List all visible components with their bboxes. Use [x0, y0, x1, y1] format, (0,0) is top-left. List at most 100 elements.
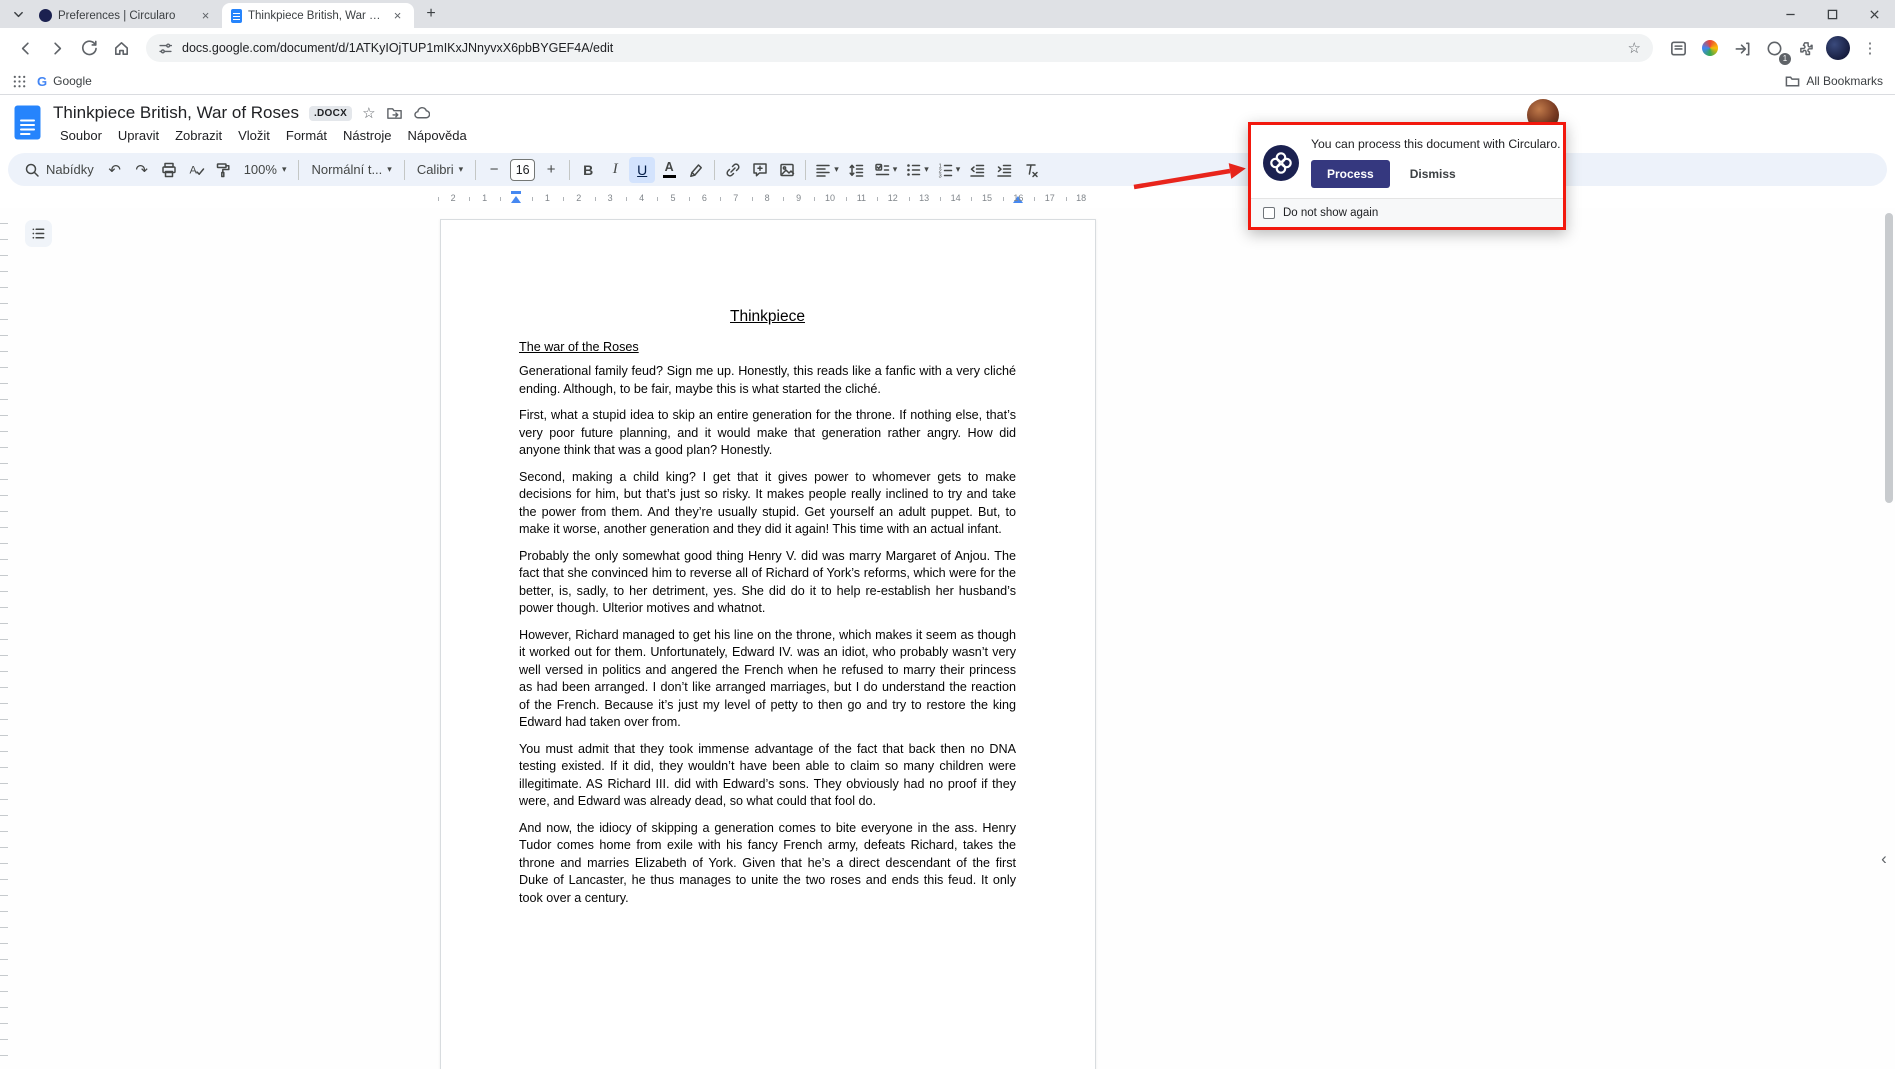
- tab-search-button[interactable]: [6, 2, 30, 26]
- window-minimize-button[interactable]: [1769, 0, 1811, 28]
- line-spacing-button[interactable]: [843, 157, 869, 183]
- reload-button[interactable]: [74, 33, 104, 63]
- tab-close-icon[interactable]: ×: [390, 8, 405, 23]
- checklist-button[interactable]: ▾: [870, 157, 901, 183]
- font-select[interactable]: Calibri ▾: [410, 157, 470, 183]
- reading-mode-icon[interactable]: [1663, 33, 1693, 63]
- menu-item-nastroje[interactable]: Nástroje: [336, 127, 398, 144]
- home-button[interactable]: [106, 33, 136, 63]
- tab-thinkpiece-document[interactable]: Thinkpiece British, War of Roses ×: [222, 3, 414, 28]
- document-outline-button[interactable]: [25, 220, 52, 247]
- paint-format-button[interactable]: [210, 157, 236, 183]
- highlighter-icon: [687, 161, 705, 179]
- send-to-device-icon[interactable]: [1727, 33, 1757, 63]
- menu-item-format[interactable]: Formát: [279, 127, 334, 144]
- redo-button[interactable]: ↷: [129, 157, 155, 183]
- menu-item-napoveda[interactable]: Nápověda: [400, 127, 473, 144]
- dismiss-button[interactable]: Dismiss: [1400, 160, 1466, 188]
- document-title[interactable]: Thinkpiece British, War of Roses: [53, 103, 299, 123]
- insert-link-button[interactable]: [720, 157, 746, 183]
- comment-icon: [751, 161, 769, 179]
- checklist-icon: [873, 161, 891, 179]
- insert-image-button[interactable]: [774, 157, 800, 183]
- ruler-number: 16: [1013, 193, 1023, 203]
- document-subheading[interactable]: The war of the Roses: [519, 340, 1016, 354]
- print-button[interactable]: [156, 157, 182, 183]
- google-docs-icon[interactable]: [14, 105, 41, 140]
- star-icon[interactable]: ☆: [362, 104, 375, 122]
- docs-header: Thinkpiece British, War of Roses .DOCX ☆…: [0, 95, 1895, 149]
- menus-search-button[interactable]: Nabídky: [16, 157, 101, 183]
- increase-indent-button[interactable]: [991, 157, 1017, 183]
- extension-color-icon[interactable]: [1695, 33, 1725, 63]
- menu-item-zobrazit[interactable]: Zobrazit: [168, 127, 229, 144]
- back-button[interactable]: [10, 33, 40, 63]
- document-page[interactable]: Thinkpiece The war of the Roses Generati…: [440, 219, 1096, 1069]
- tab-close-icon[interactable]: ×: [198, 8, 213, 23]
- paragraph[interactable]: Probably the only somewhat good thing He…: [519, 548, 1016, 618]
- paragraph[interactable]: Generational family feud? Sign me up. Ho…: [519, 363, 1016, 398]
- decrease-indent-button[interactable]: [964, 157, 990, 183]
- window-close-button[interactable]: [1853, 0, 1895, 28]
- paragraph[interactable]: You must admit that they took immense ad…: [519, 741, 1016, 811]
- bulleted-list-button[interactable]: ▾: [901, 157, 932, 183]
- profile-avatar[interactable]: [1823, 33, 1853, 63]
- align-button[interactable]: ▾: [811, 157, 842, 183]
- highlight-color-button[interactable]: [683, 157, 709, 183]
- text-color-button[interactable]: A: [656, 157, 682, 183]
- left-indent-marker[interactable]: [511, 196, 521, 203]
- url-bar[interactable]: docs.google.com/document/d/1ATKyIOjTUP1m…: [146, 34, 1653, 62]
- window-maximize-button[interactable]: [1811, 0, 1853, 28]
- cloud-status-icon[interactable]: [413, 105, 430, 122]
- browser-menu-icon[interactable]: ⋮: [1855, 33, 1885, 63]
- collapse-chevron-icon[interactable]: ‹: [1876, 848, 1892, 870]
- ruler-tick: [752, 197, 753, 201]
- decrease-font-size-button[interactable]: −: [481, 157, 507, 183]
- bold-button[interactable]: B: [575, 157, 601, 183]
- menu-item-vlozit[interactable]: Vložit: [231, 127, 277, 144]
- apps-grid-icon[interactable]: [12, 74, 27, 89]
- increase-font-size-button[interactable]: +: [538, 157, 564, 183]
- document-heading[interactable]: Thinkpiece: [519, 308, 1016, 326]
- move-folder-icon[interactable]: [386, 105, 403, 122]
- ruler-number: 4: [639, 193, 644, 203]
- caret-down-icon: ▾: [387, 164, 392, 175]
- ruler-number: 9: [796, 193, 801, 203]
- all-bookmarks-button[interactable]: All Bookmarks: [1785, 74, 1883, 89]
- indent-icon: [995, 161, 1013, 179]
- horizontal-ruler[interactable]: 21123456789101112131415161718: [0, 190, 1895, 208]
- circularo-logo: [1263, 145, 1299, 181]
- paragraph[interactable]: However, Richard managed to get his line…: [519, 627, 1016, 732]
- paragraph[interactable]: Second, making a child king? I get that …: [519, 469, 1016, 539]
- first-line-indent-marker[interactable]: [511, 191, 521, 194]
- italic-button[interactable]: I: [602, 157, 628, 183]
- dont-show-label: Do not show again: [1283, 207, 1378, 219]
- forward-button[interactable]: [42, 33, 72, 63]
- add-comment-button[interactable]: [747, 157, 773, 183]
- zoom-select[interactable]: 100% ▾: [237, 157, 294, 183]
- scrollbar-thumb[interactable]: [1885, 213, 1893, 503]
- new-tab-button[interactable]: +: [418, 1, 444, 27]
- bookmark-google[interactable]: G Google: [37, 74, 92, 89]
- extensions-puzzle-icon[interactable]: [1791, 33, 1821, 63]
- ruler-tick: [1003, 197, 1004, 201]
- process-button[interactable]: Process: [1311, 160, 1390, 188]
- circularo-extension-icon[interactable]: 1: [1759, 33, 1789, 63]
- clear-formatting-button[interactable]: [1018, 157, 1044, 183]
- menu-item-upravit[interactable]: Upravit: [111, 127, 166, 144]
- paragraph[interactable]: And now, the idiocy of skipping a genera…: [519, 820, 1016, 908]
- paragraph[interactable]: First, what a stupid idea to skip an ent…: [519, 407, 1016, 460]
- dont-show-checkbox[interactable]: [1263, 207, 1275, 219]
- ruler-tick: [909, 197, 910, 201]
- tab-preferences-circularo[interactable]: Preferences | Circularo ×: [30, 3, 222, 28]
- site-info-icon[interactable]: [158, 41, 173, 56]
- undo-button[interactable]: ↶: [102, 157, 128, 183]
- numbered-list-button[interactable]: 123▾: [933, 157, 964, 183]
- font-size-input[interactable]: 16: [510, 159, 535, 181]
- spellcheck-button[interactable]: A: [183, 157, 209, 183]
- ruler-tick: [626, 197, 627, 201]
- styles-select[interactable]: Normální t... ▾: [304, 157, 398, 183]
- menu-item-soubor[interactable]: Soubor: [53, 127, 109, 144]
- bookmark-star-icon[interactable]: ☆: [1628, 39, 1641, 57]
- underline-button[interactable]: U: [629, 157, 655, 183]
